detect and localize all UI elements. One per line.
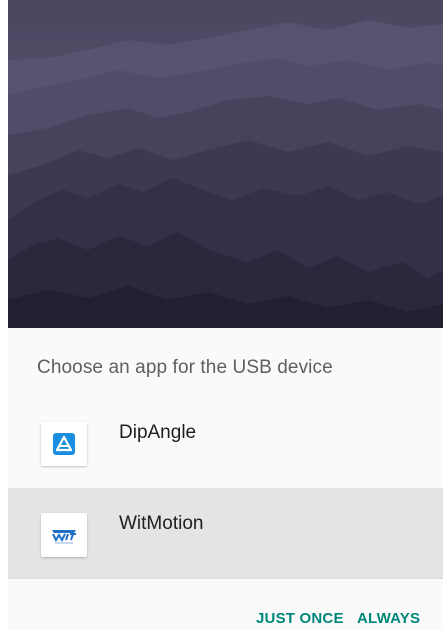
app-row-witmotion[interactable]: WitMotion [8,488,443,578]
mountain-wallpaper [8,0,443,328]
witmotion-app-icon [41,513,87,557]
dipangle-app-icon [41,422,87,466]
always-button[interactable]: ALWAYS [357,610,420,627]
just-once-button[interactable]: JUST ONCE [256,610,344,627]
dialog-title: Choose an app for the USB device [37,357,333,378]
app-row-dipangle[interactable]: DipAngle [8,397,443,487]
app-chooser-sheet: Choose an app for the USB device DipAngl… [8,328,443,630]
app-label-witmotion: WitMotion [119,513,204,534]
app-label-dipangle: DipAngle [119,422,197,443]
button-bar-divider [8,578,443,579]
